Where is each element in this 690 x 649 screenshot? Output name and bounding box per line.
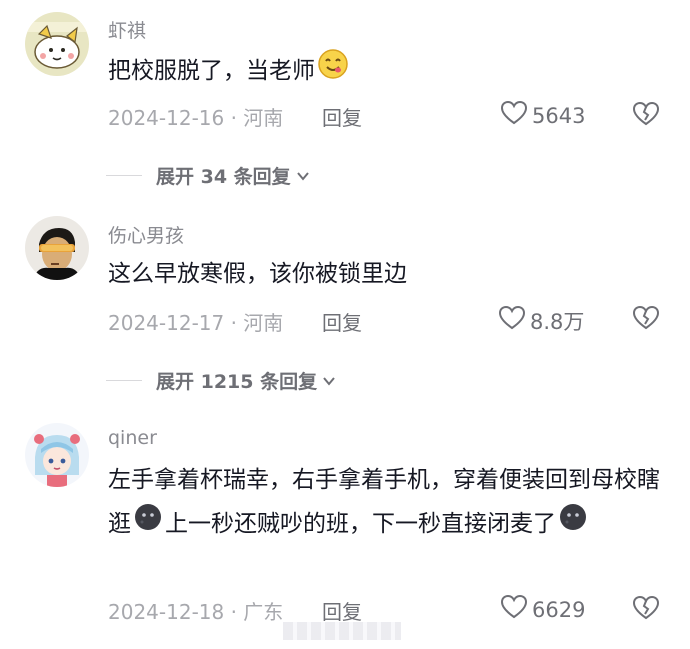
divider <box>106 380 142 381</box>
watermark <box>283 622 401 640</box>
date-location: 2024-12-18 · 广东 <box>108 600 284 624</box>
like-count: 8.8万 <box>530 309 585 334</box>
yum-emoji <box>317 48 349 95</box>
dark-moon-face-emoji <box>558 502 588 547</box>
date-location: 2024-12-16 · 河南 <box>108 106 284 130</box>
username[interactable]: 伤心男孩 <box>108 221 184 248</box>
heart-outline-icon <box>498 304 526 337</box>
broken-heart-icon <box>632 595 660 620</box>
chevron-down-icon <box>323 376 335 386</box>
like-button[interactable]: 6629 <box>500 593 585 626</box>
avatar[interactable] <box>25 423 89 487</box>
broken-heart-icon <box>632 101 660 126</box>
dislike-button[interactable] <box>632 100 660 128</box>
expand-replies-button[interactable]: 展开 34 条回复 <box>106 162 311 189</box>
divider <box>106 175 142 176</box>
comment-text: 这么早放寒假，该你被锁里边 <box>108 261 407 287</box>
expand-replies-button[interactable]: 展开 1215 条回复 <box>106 367 337 394</box>
heart-outline-icon <box>500 99 528 132</box>
comment-text: 左手拿着杯瑞幸，右手拿着手机，穿着便装回到母校瞎逛 上一秒还贼吵的班，下一秒直接闭… <box>108 458 668 547</box>
like-count: 5643 <box>532 103 586 128</box>
heart-outline-icon <box>500 593 528 626</box>
reply-button[interactable]: 回复 <box>322 596 362 625</box>
dislike-button[interactable] <box>632 304 660 332</box>
date-location: 2024-12-17 · 河南 <box>108 311 284 335</box>
reply-button[interactable]: 回复 <box>322 307 362 336</box>
avatar[interactable] <box>25 216 89 280</box>
username[interactable]: 虾祺 <box>108 16 146 43</box>
dislike-button[interactable] <box>632 594 660 622</box>
dark-moon-face-emoji <box>133 502 163 547</box>
username[interactable]: qiner <box>108 427 157 449</box>
chevron-down-icon <box>296 171 309 181</box>
like-count: 6629 <box>532 597 586 622</box>
like-button[interactable]: 8.8万 <box>498 304 584 337</box>
broken-heart-icon <box>632 305 660 330</box>
comment-text: 把校服脱了，当老师 <box>108 48 668 95</box>
reply-button[interactable]: 回复 <box>322 102 362 131</box>
avatar[interactable] <box>25 12 89 76</box>
like-button[interactable]: 5643 <box>500 99 585 132</box>
